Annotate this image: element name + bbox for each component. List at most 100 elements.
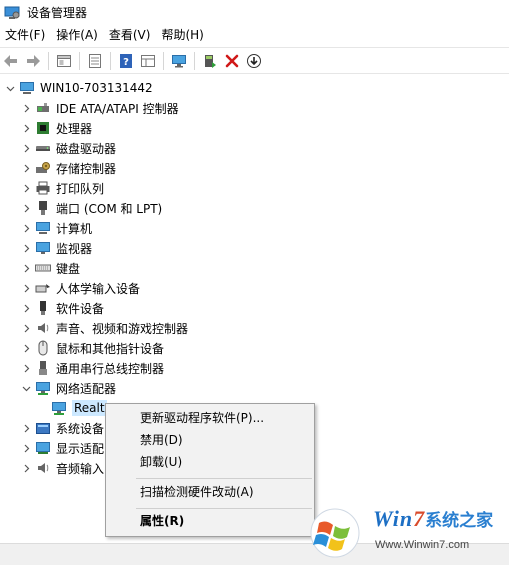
menu-file[interactable]: 文件(F)	[0, 24, 51, 46]
tree-item-label: 计算机	[56, 221, 93, 236]
chevron-right-icon[interactable]	[20, 318, 32, 338]
chevron-right-icon[interactable]	[20, 198, 32, 218]
chevron-right-icon[interactable]	[20, 178, 32, 198]
tree-item-label: 鼠标和其他指针设备	[56, 341, 165, 356]
tree-item-realtek-adapter[interactable]: Realt	[51, 398, 107, 418]
tree-root-label: WIN10-703131442	[40, 81, 153, 95]
watermark-url: Www.Winwin7.com	[375, 539, 470, 551]
context-separator	[136, 508, 312, 509]
toolbar-separator	[48, 51, 49, 70]
chevron-right-icon[interactable]	[20, 298, 32, 318]
uninstall-icon[interactable]	[222, 51, 242, 71]
tree-item-label: 键盘	[56, 261, 81, 276]
monitor-scan-icon[interactable]	[169, 51, 189, 71]
tree-item-hid[interactable]: 人体学输入设备	[20, 278, 140, 298]
tree-item-label: 通用串行总线控制器	[56, 361, 165, 376]
tree-item-ide[interactable]: IDE ATA/ATAPI 控制器	[20, 98, 179, 118]
tree-item-label: 人体学输入设备	[56, 281, 141, 296]
computer-icon	[35, 220, 51, 236]
tree-item-sound[interactable]: 声音、视频和游戏控制器	[20, 318, 188, 338]
human-interface-icon	[35, 280, 51, 296]
network-adapter-icon	[35, 380, 51, 396]
mouse-icon	[35, 340, 51, 356]
tree-item-keyboard[interactable]: 键盘	[20, 258, 80, 278]
tree-item-label: 处理器	[56, 121, 93, 136]
tree-item-network[interactable]: 网络适配器	[20, 378, 116, 398]
back-icon[interactable]	[1, 51, 21, 71]
tree-item-software[interactable]: 软件设备	[20, 298, 104, 318]
chevron-down-icon[interactable]	[20, 378, 32, 398]
toolbar: ?	[0, 47, 509, 74]
tree-item-label: 端口 (COM 和 LPT)	[56, 201, 163, 216]
tree-item-display[interactable]: 显示适配	[20, 438, 104, 458]
tree-item-disk[interactable]: 磁盘驱动器	[20, 138, 116, 158]
chevron-right-icon[interactable]	[20, 358, 32, 378]
speaker-icon	[35, 320, 51, 336]
tree-item-audio-input[interactable]: 音频输入	[20, 458, 104, 478]
processor-icon	[35, 120, 51, 136]
tree-item-print-queue[interactable]: 打印队列	[20, 178, 104, 198]
tree-item-monitor[interactable]: 监视器	[20, 238, 92, 258]
watermark-logo: Win7系统之家 Www.Winwin7.com	[309, 503, 505, 561]
keyboard-icon	[35, 260, 51, 276]
tree-item-computer[interactable]: 计算机	[20, 218, 92, 238]
ide-controller-icon	[35, 100, 51, 116]
context-properties[interactable]: 属性(R)	[106, 510, 314, 532]
context-separator	[136, 478, 312, 479]
tree-item-storage[interactable]: 存储控制器	[20, 158, 116, 178]
usb-icon	[35, 360, 51, 376]
software-device-icon	[35, 300, 51, 316]
menu-action[interactable]: 操作(A)	[51, 24, 104, 46]
monitor-icon	[35, 240, 51, 256]
download-icon[interactable]	[244, 51, 264, 71]
tree-item-label: 打印队列	[56, 181, 105, 196]
system-device-icon	[35, 420, 51, 436]
port-icon	[35, 200, 51, 216]
toolbar-separator	[110, 51, 111, 70]
context-uninstall[interactable]: 卸载(U)	[106, 451, 314, 473]
tree-item-processor[interactable]: 处理器	[20, 118, 92, 138]
tree-item-label: 网络适配器	[56, 381, 117, 396]
forward-icon[interactable]	[23, 51, 43, 71]
menu-view[interactable]: 查看(V)	[104, 24, 157, 46]
chevron-right-icon[interactable]	[20, 438, 32, 458]
details-icon[interactable]	[85, 51, 105, 71]
toolbar-separator	[163, 51, 164, 70]
chevron-right-icon[interactable]	[20, 278, 32, 298]
disk-drive-icon	[35, 140, 51, 156]
tree-item-system[interactable]: 系统设备	[20, 418, 104, 438]
update-driver-icon[interactable]	[200, 51, 220, 71]
context-update-driver[interactable]: 更新驱动程序软件(P)...	[106, 407, 314, 429]
windows-logo-icon	[310, 508, 360, 558]
context-menu: 更新驱动程序软件(P)... 禁用(D) 卸载(U) 扫描检测硬件改动(A) 属…	[105, 403, 315, 537]
chevron-right-icon[interactable]	[20, 218, 32, 238]
chevron-right-icon[interactable]	[20, 138, 32, 158]
chevron-right-icon[interactable]	[20, 238, 32, 258]
help-icon[interactable]: ?	[116, 51, 136, 71]
context-disable[interactable]: 禁用(D)	[106, 429, 314, 451]
tree-item-label: 磁盘驱动器	[56, 141, 117, 156]
grid-icon[interactable]	[138, 51, 158, 71]
tree-item-label: 显示适配	[56, 441, 105, 456]
computer-icon	[19, 80, 35, 96]
tree-root[interactable]: WIN10-703131442	[4, 78, 153, 98]
toolbar-separator	[194, 51, 195, 70]
tree-item-label: 存储控制器	[56, 161, 117, 176]
tree-item-ports[interactable]: 端口 (COM 和 LPT)	[20, 198, 162, 218]
chevron-right-icon[interactable]	[20, 338, 32, 358]
menu-help[interactable]: 帮助(H)	[156, 24, 209, 46]
chevron-right-icon[interactable]	[20, 118, 32, 138]
tree-item-mouse[interactable]: 鼠标和其他指针设备	[20, 338, 164, 358]
tree-item-label: 声音、视频和游戏控制器	[56, 321, 189, 336]
device-manager-app-icon	[4, 4, 20, 20]
tree-item-usb[interactable]: 通用串行总线控制器	[20, 358, 164, 378]
context-scan-hardware[interactable]: 扫描检测硬件改动(A)	[106, 481, 314, 503]
chevron-right-icon[interactable]	[20, 98, 32, 118]
chevron-right-icon[interactable]	[20, 158, 32, 178]
properties-view-icon[interactable]	[54, 51, 74, 71]
chevron-down-icon[interactable]	[4, 78, 16, 98]
tree-item-label: 音频输入	[56, 461, 105, 476]
chevron-right-icon[interactable]	[20, 458, 32, 478]
chevron-right-icon[interactable]	[20, 258, 32, 278]
chevron-right-icon[interactable]	[20, 418, 32, 438]
